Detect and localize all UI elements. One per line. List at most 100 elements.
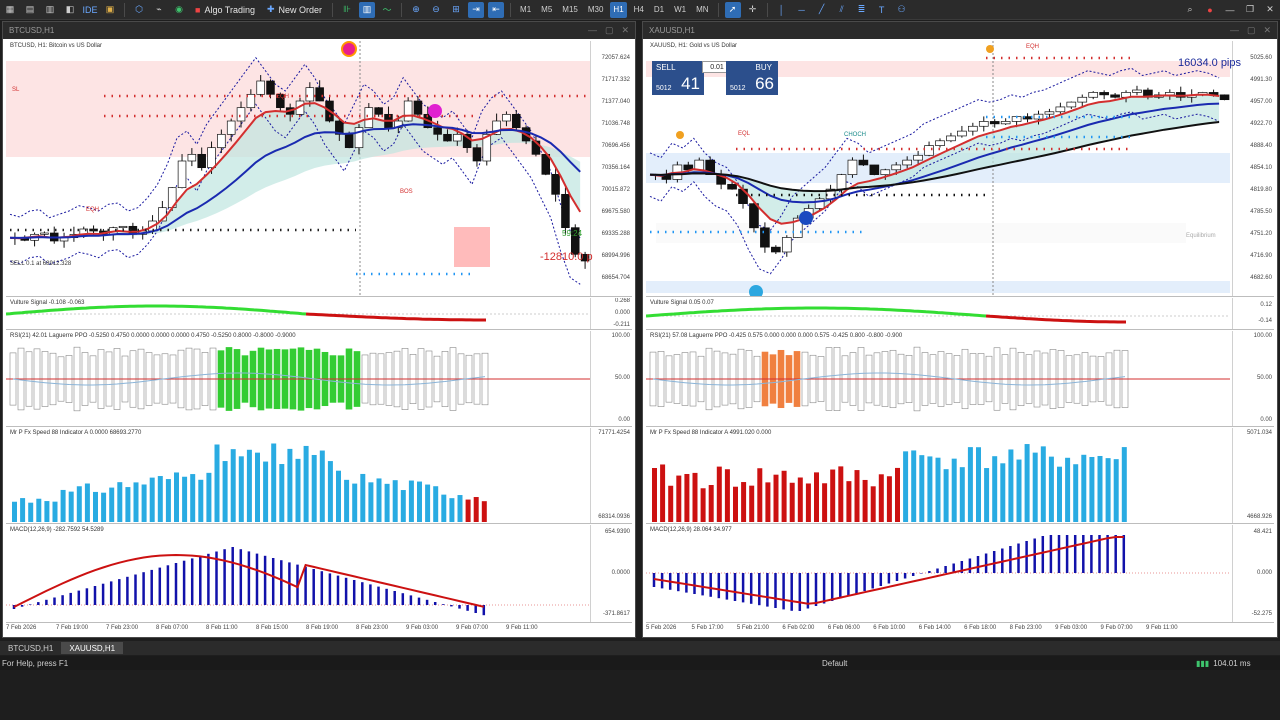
macd-pane[interactable]: MACD(12,26,9) 28.064 34.977 48.421 0.000 -… — [646, 525, 1274, 623]
speed-bar — [733, 486, 738, 522]
vulture-signal-chart — [646, 306, 1230, 324]
line-chart-icon[interactable]: 〜 — [379, 2, 395, 18]
signals-icon[interactable]: ⌁ — [151, 2, 167, 18]
search-icon[interactable]: ⌕ — [1182, 2, 1198, 18]
candle-body — [443, 133, 452, 142]
bar-chart-icon[interactable]: ⊪ — [339, 2, 355, 18]
buy-price-big: 66 — [755, 74, 774, 93]
scale-tick: 5025.60 — [1250, 55, 1272, 61]
timeframe-m15[interactable]: M15 — [559, 2, 581, 18]
zoom-in-icon[interactable]: ⊕ — [408, 2, 424, 18]
time-axis[interactable]: 5 Feb 2026 5 Feb 17:00 5 Feb 21:00 6 Feb 02… — [646, 623, 1232, 635]
chart-tab[interactable]: BTCUSD,H1 — [0, 642, 61, 654]
vertical-line-icon[interactable]: │ — [774, 2, 790, 18]
navigator-icon[interactable]: ◧ — [62, 2, 78, 18]
candle-body — [266, 80, 275, 95]
vps-icon[interactable]: ◉ — [171, 2, 187, 18]
price-chart[interactable]: EQH BOS SL EQH — [6, 41, 632, 297]
new-order-button[interactable]: ✚ New Order — [261, 2, 328, 18]
time-tick: 9 Feb 03:00 — [406, 625, 439, 631]
timeframe-h1[interactable]: H1 — [610, 1, 627, 18]
timeframe-d1[interactable]: D1 — [651, 2, 667, 18]
fibonacci-icon[interactable]: ≣ — [854, 2, 870, 18]
timeframe-w1[interactable]: W1 — [671, 2, 689, 18]
market-watch-icon[interactable]: ▥ — [42, 2, 58, 18]
sell-button[interactable]: SELL 5012 41 0.01 — [652, 61, 732, 95]
timeframe-mn[interactable]: MN — [693, 2, 711, 18]
speed-bar — [238, 456, 244, 522]
window-maximize-icon[interactable]: ▢ — [605, 25, 614, 36]
time-tick: 6 Feb 18:00 — [964, 625, 997, 631]
xauusd-chart-window[interactable]: XAUUSD,H1 — ▢ ✕ EQH EQL CHOCH Equilibrium X… — [642, 21, 1278, 638]
speed-bar — [93, 491, 98, 522]
window-minimize-icon[interactable]: — — [588, 25, 597, 36]
speed-bar — [967, 447, 973, 522]
toolbar-separator — [766, 2, 768, 17]
speed-bar — [84, 483, 90, 522]
time-tick: 7 Feb 19:00 — [56, 625, 89, 631]
window-close-icon[interactable]: ✕ — [621, 25, 629, 36]
speed-bar — [20, 498, 26, 522]
market-icon[interactable]: ⬡ — [131, 2, 147, 18]
window-close-icon[interactable]: ✕ — [1263, 25, 1271, 36]
candle-body — [946, 135, 956, 142]
speed-bar — [984, 468, 990, 522]
timeframe-m30[interactable]: M30 — [585, 2, 607, 18]
speed-bar — [68, 491, 74, 522]
time-tick: 6 Feb 14:00 — [918, 625, 951, 631]
vulture-pane[interactable]: Vulture Signal 0.05 0.07 0.12 -0.14 — [646, 298, 1274, 330]
vulture-scale: 0.268 0.000 -0.211 — [590, 298, 632, 329]
rsi-pane[interactable]: RSI(21) 42.01 Laguerre PPO -0.5250 0.475… — [6, 331, 632, 427]
time-tick: 6 Feb 10:00 — [873, 625, 906, 631]
horizontal-line-icon[interactable]: ─ — [794, 2, 810, 18]
channel-icon[interactable]: ⫽ — [834, 2, 850, 18]
algo-trading-button[interactable]: ■ Algo Trading — [189, 2, 261, 18]
zoom-out-icon[interactable]: ⊖ — [428, 2, 444, 18]
profiles-icon[interactable]: ▤ — [22, 2, 38, 18]
toolbox-icon[interactable]: ▣ — [102, 2, 118, 18]
time-axis[interactable]: 7 Feb 2026 7 Feb 19:00 7 Feb 23:00 8 Feb 07… — [6, 623, 590, 635]
price-scale[interactable]: 72057.624 71717.332 71377.040 71036.748 7069… — [590, 41, 632, 296]
price-scale[interactable]: 5025.60 4991.30 4957.00 4922.70 4888.40 4854.… — [1232, 41, 1274, 296]
candle-body — [847, 159, 858, 175]
text-icon[interactable]: T — [874, 2, 890, 18]
trend-line-icon[interactable]: ╱ — [814, 2, 830, 18]
ide-icon[interactable]: IDE — [82, 2, 98, 18]
minimize-icon[interactable]: — — [1222, 2, 1238, 18]
timeframe-m5[interactable]: M5 — [538, 2, 555, 18]
scale-tick: 0.00 — [618, 417, 630, 423]
price-pane[interactable]: EQH EQL CHOCH Equilibrium XAUUSD, H1: Gold … — [646, 41, 1274, 297]
window-minimize-icon[interactable]: — — [1230, 25, 1239, 36]
zone-box — [454, 227, 490, 267]
new-chart-icon[interactable]: ▦ — [2, 2, 18, 18]
account-icon[interactable]: ● — [1202, 2, 1218, 18]
timeframe-h4[interactable]: H4 — [631, 2, 647, 18]
autoscroll-icon[interactable]: ⇥ — [468, 1, 485, 18]
candlestick-icon[interactable]: ▥ — [359, 1, 376, 18]
speed-pane[interactable]: Mr P Fx Speed 88 Indicator A 0.0000 6869… — [6, 428, 632, 524]
buy-button[interactable]: BUY 5012 66 — [726, 61, 778, 95]
rsi-pane[interactable]: RSI(21) 57.08 Laguerre PPO -0.425 0.575 … — [646, 331, 1274, 427]
restore-icon[interactable]: ❐ — [1242, 2, 1258, 18]
btcusd-chart-window[interactable]: BTCUSD,H1 — ▢ ✕ EQH BOS SL EQH BTCUSD, H1: … — [2, 21, 636, 638]
tile-windows-icon[interactable]: ⊞ — [448, 2, 464, 18]
crosshair-icon[interactable]: ✛ — [745, 2, 761, 18]
chart-shift-icon[interactable]: ⇤ — [488, 1, 505, 18]
speed-pane[interactable]: Mr P Fx Speed 88 Indicator A 4991.020 0.… — [646, 428, 1274, 524]
window-maximize-icon[interactable]: ▢ — [1247, 25, 1256, 36]
timeframe-m1[interactable]: M1 — [517, 2, 534, 18]
vulture-pane[interactable]: Vulture Signal -0.108 -0.063 0.268 0.000 -… — [6, 298, 632, 330]
speed-bar — [44, 501, 50, 522]
shapes-icon[interactable]: ⚇ — [894, 2, 910, 18]
candle-body — [902, 159, 912, 166]
chart-tab[interactable]: XAUUSD,H1 — [61, 642, 124, 654]
candle-body — [256, 80, 265, 95]
macd-pane[interactable]: MACD(12,26,9) -282.7592 54.5289 654.9390… — [6, 525, 632, 623]
close-icon[interactable]: ✕ — [1262, 2, 1278, 18]
speed-bar — [303, 445, 309, 522]
scale-tick: 0.00 — [1260, 417, 1272, 423]
cursor-icon[interactable]: ➚ — [724, 1, 741, 18]
price-pane[interactable]: EQH BOS SL EQH BTCUSD, H1: Bitcoin vs US Do… — [6, 41, 632, 297]
speed-bar — [854, 470, 860, 522]
scale-tick: 72057.624 — [601, 55, 630, 61]
